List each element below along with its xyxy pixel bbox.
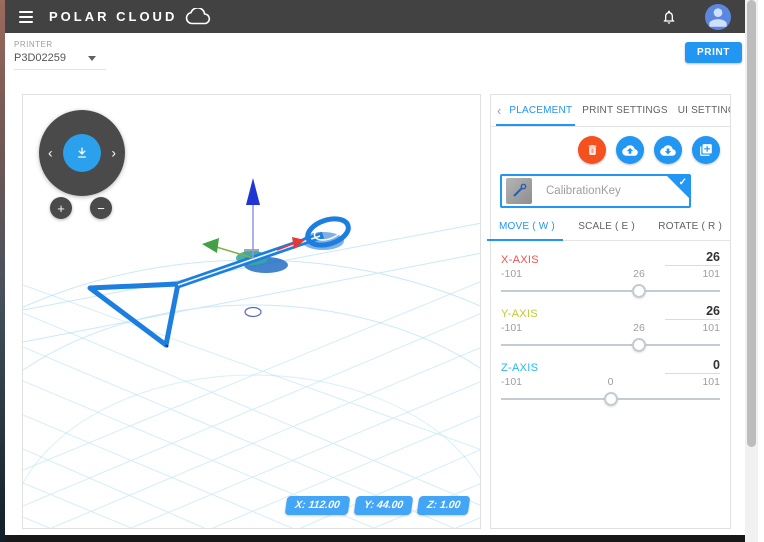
y-axis-label: Y-AXIS — [501, 308, 538, 320]
rotate-left-icon[interactable]: ‹ — [48, 145, 53, 159]
delete-button[interactable] — [578, 136, 606, 164]
panel-tab-bar: ‹ PLACEMENT PRINT SETTINGS UI SETTINGS › — [491, 95, 730, 127]
duplicate-button[interactable] — [692, 136, 720, 164]
rotate-right-icon[interactable]: › — [111, 145, 116, 159]
notifications-icon[interactable] — [661, 8, 677, 26]
app-logo: POLAR CLOUD — [49, 9, 178, 24]
app-bar: POLAR CLOUD — [0, 0, 745, 33]
z-axis-max: 101 — [702, 376, 720, 388]
tab-move[interactable]: MOVE ( W ) — [487, 213, 563, 241]
printer-label: PRINTER — [14, 40, 53, 49]
settings-panel: ‹ PLACEMENT PRINT SETTINGS UI SETTINGS › — [487, 94, 731, 529]
camera-rotate-wheel[interactable]: ‹ › — [39, 110, 125, 196]
x-axis-label: X-AXIS — [501, 254, 539, 266]
x-axis-current: 26 — [633, 268, 645, 280]
z-axis-min: -101 — [501, 376, 523, 388]
y-axis-control: Y-AXIS 26 -101 26 101 — [501, 299, 720, 352]
x-axis-control: X-AXIS 26 -101 26 101 — [501, 245, 720, 298]
y-axis-max: 101 — [702, 322, 720, 334]
y-axis-value-input[interactable]: 26 — [665, 304, 720, 320]
y-axis-min: -101 — [501, 322, 523, 334]
object-name: CalibrationKey — [546, 185, 621, 197]
tabs-prev-icon[interactable]: ‹ — [494, 103, 504, 118]
z-axis-slider-handle[interactable] — [603, 392, 618, 406]
cloud-upload-button[interactable] — [616, 136, 644, 164]
z-axis-label: Z-AXIS — [501, 362, 539, 374]
transform-tab-bar: MOVE ( W ) SCALE ( E ) ROTATE ( R ) — [487, 213, 730, 241]
menu-icon[interactable] — [19, 10, 33, 23]
window-edge-bottom — [0, 535, 745, 542]
y-axis-current: 26 — [633, 322, 645, 334]
axis-controls: X-AXIS 26 -101 26 101 Y-AXIS 26 -101 26 … — [491, 241, 730, 406]
printer-dropdown[interactable]: P3D02259 — [14, 49, 106, 70]
z-axis-slider[interactable] — [501, 392, 720, 406]
x-axis-slider[interactable] — [501, 284, 720, 298]
cloud-logo-icon — [185, 8, 211, 25]
check-icon: ✓ — [678, 177, 687, 188]
tab-placement[interactable]: PLACEMENT — [496, 95, 577, 126]
cloud-download-button[interactable] — [654, 136, 682, 164]
x-axis-value-input[interactable]: 26 — [665, 250, 720, 266]
z-axis-current: 0 — [607, 376, 614, 388]
z-axis-control: Z-AXIS 0 -101 0 101 — [501, 353, 720, 406]
y-axis-slider-handle[interactable] — [631, 338, 646, 352]
coordinate-readout: X: 112.00 Y: 44.00 Z: 1.00 — [284, 496, 471, 515]
tab-print-settings[interactable]: PRINT SETTINGS — [577, 95, 672, 126]
y-axis-slider[interactable] — [501, 338, 720, 352]
y-coordinate-badge: Y: 44.00 — [353, 496, 414, 515]
y-axis-scale: -101 26 101 — [501, 322, 720, 337]
x-axis-slider-handle[interactable] — [631, 284, 646, 298]
z-axis-value-input[interactable]: 0 — [665, 358, 720, 374]
x-axis-scale: -101 26 101 — [501, 268, 720, 283]
scrollbar-thumb[interactable] — [747, 0, 756, 447]
object-thumbnail — [506, 178, 532, 204]
object-list-item[interactable]: CalibrationKey ✓ — [500, 174, 691, 208]
print-button[interactable]: PRINT — [685, 42, 742, 63]
window-edge-left — [0, 0, 5, 542]
tab-rotate[interactable]: ROTATE ( R ) — [654, 213, 726, 240]
tab-ui-settings[interactable]: UI SETTINGS — [673, 95, 730, 126]
tab-scale[interactable]: SCALE ( E ) — [574, 213, 639, 240]
center-view-button[interactable] — [63, 134, 101, 172]
x-axis-max: 101 — [702, 268, 720, 280]
page-scrollbar[interactable] — [745, 0, 758, 542]
zoom-out-button[interactable]: − — [90, 197, 112, 219]
x-axis-min: -101 — [501, 268, 523, 280]
printer-selector: PRINTER P3D02259 — [14, 40, 106, 70]
printer-value: P3D02259 — [14, 52, 66, 64]
chevron-down-icon — [88, 55, 96, 61]
user-avatar[interactable] — [705, 3, 731, 30]
zoom-in-button[interactable]: + — [50, 197, 72, 219]
z-axis-scale: -101 0 101 — [501, 376, 720, 391]
polar-cloud-app: POLAR CLOUD PRINTER P3D02259 PRINT ‹ › +… — [0, 0, 764, 542]
x-coordinate-badge: X: 112.00 — [284, 496, 350, 515]
z-coordinate-badge: Z: 1.00 — [416, 496, 471, 515]
object-actions — [491, 127, 730, 164]
viewport-3d[interactable]: ‹ › + − X: 112.00 Y: 44.00 Z: 1.00 — [22, 94, 481, 529]
